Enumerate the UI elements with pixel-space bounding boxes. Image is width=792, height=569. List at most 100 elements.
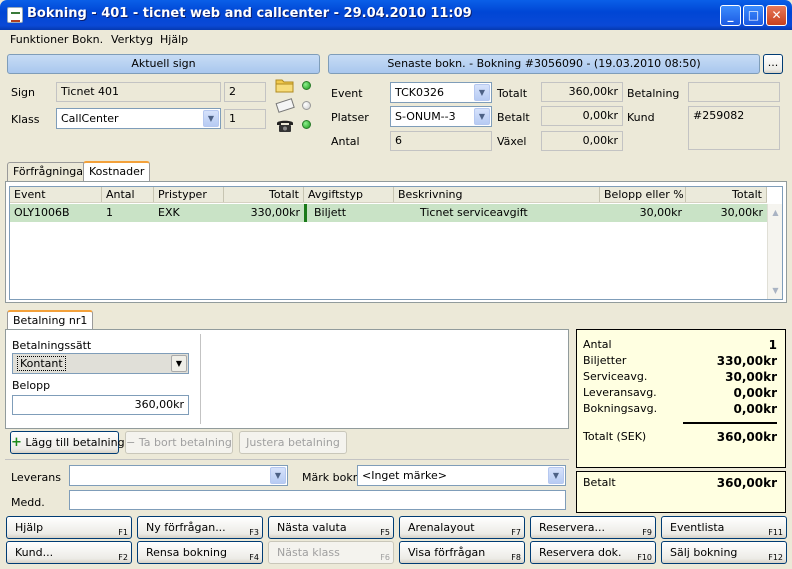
show-request-button[interactable]: Visa förfrågan F8	[399, 541, 525, 564]
next-currency-button[interactable]: Nästa valuta F5	[268, 516, 394, 539]
new-request-button[interactable]: Ny förfrågan... F3	[137, 516, 263, 539]
mark-select[interactable]: <Inget märke> ▼	[357, 465, 566, 486]
delivery-select[interactable]: ▼	[69, 465, 288, 486]
payment-method-select[interactable]: Kontant ▼	[12, 353, 189, 374]
remove-payment-button[interactable]: − Ta bort betalning	[125, 431, 233, 454]
ticket-icon[interactable]	[275, 97, 295, 113]
sell-booking-button[interactable]: Sälj bokning F12	[661, 541, 787, 564]
title-bar: Bokning - 401 - ticnet web and callcente…	[0, 0, 792, 30]
fkey-label: Arenalayout	[408, 521, 475, 534]
fkey-shortcut: F5	[380, 528, 390, 537]
chevron-down-icon[interactable]: ▼	[548, 467, 564, 484]
fkey-label: Nästa klass	[277, 546, 340, 559]
cell-event: OLY1006B	[14, 206, 70, 219]
close-button[interactable]: ✕	[766, 5, 787, 26]
col-antal[interactable]: Antal	[102, 187, 154, 202]
class-select[interactable]: CallCenter ▼	[56, 108, 221, 129]
adjust-payment-button[interactable]: Justera betalning	[239, 431, 347, 454]
cell-antal: 1	[106, 206, 113, 219]
scroll-up-icon[interactable]: ▲	[769, 206, 782, 219]
reserve-button[interactable]: Reservera... F9	[530, 516, 656, 539]
scroll-down-icon[interactable]: ▼	[769, 284, 782, 297]
col-event[interactable]: Event	[10, 187, 102, 202]
menu-hjalp[interactable]: Hjälp	[160, 33, 188, 46]
col-beskrivning[interactable]: Beskrivning	[394, 187, 600, 202]
minimize-button[interactable]: _	[720, 5, 741, 26]
cell-avgiftstyp: Biljett	[314, 206, 347, 219]
fkey-label: Reservera dok.	[539, 546, 622, 559]
clear-booking-button[interactable]: Rensa bokning F4	[137, 541, 263, 564]
places-label: Platser	[331, 111, 369, 124]
cell-totalt-2: 30,00kr	[720, 206, 763, 219]
event-list-button[interactable]: Eventlista F11	[661, 516, 787, 539]
col-avgiftstyp[interactable]: Avgiftstyp	[304, 187, 394, 202]
fkey-shortcut: F8	[511, 553, 521, 562]
class-label: Klass	[11, 113, 40, 126]
sign-number-field: 2	[224, 82, 266, 102]
fkey-shortcut: F9	[642, 528, 652, 537]
fkey-shortcut: F6	[380, 553, 390, 562]
total-label: Totalt	[497, 87, 528, 100]
fkey-shortcut: F2	[118, 553, 128, 562]
col-belopp[interactable]: Belopp eller %	[600, 187, 686, 202]
paid-summary-panel: Betalt 360,00kr	[576, 471, 786, 513]
summary-row-leveransavg: Leveransavg. 0,00kr	[583, 386, 777, 402]
status-indicator-off	[302, 101, 311, 110]
summary-panel: Antal 1 Biljetter 330,00kr Serviceavg. 30,0…	[576, 329, 786, 468]
menu-verktyg[interactable]: Verktyg	[111, 33, 153, 46]
fkey-shortcut: F11	[768, 528, 783, 537]
col-pristyper[interactable]: Pristyper	[154, 187, 224, 202]
table-header: Event Antal Pristyper Totalt Avgiftstyp …	[10, 187, 767, 203]
fkey-shortcut: F12	[768, 553, 783, 562]
phone-icon[interactable]	[275, 117, 295, 133]
menu-bokn[interactable]: Bokn.	[72, 33, 103, 46]
col-totalt[interactable]: Totalt	[224, 187, 304, 202]
message-label: Medd.	[11, 496, 45, 509]
function-key-bar: Hjälp F1 Ny förfrågan... F3 Nästa valuta F5…	[3, 514, 789, 567]
change-field: 0,00kr	[541, 131, 623, 151]
add-payment-button[interactable]: + Lägg till betalning	[10, 431, 125, 454]
reserve-doc-button[interactable]: Reservera dok. F10	[530, 541, 656, 564]
folder-icon[interactable]	[275, 77, 295, 93]
chevron-down-icon[interactable]: ▼	[270, 467, 286, 484]
add-payment-label: Lägg till betalning	[25, 436, 125, 449]
col-totalt-2[interactable]: Totalt	[686, 187, 767, 202]
message-input[interactable]	[69, 490, 566, 510]
tab-payment-1[interactable]: Betalning nr1	[7, 310, 94, 331]
summary-value: 1	[768, 338, 777, 352]
chevron-down-icon[interactable]: ▼	[203, 110, 219, 127]
cell-belopp: 30,00kr	[639, 206, 682, 219]
chevron-down-icon[interactable]: ▼	[474, 84, 490, 101]
payment-method-value: Kontant	[17, 356, 66, 371]
tab-kostnader[interactable]: Kostnader	[83, 161, 151, 182]
amount-input[interactable]: 360,00kr	[12, 395, 189, 415]
maximize-button[interactable]: □	[743, 5, 764, 26]
menu-funktioner[interactable]: Funktioner	[10, 33, 68, 46]
summary-paid-value: 360,00kr	[716, 476, 777, 490]
current-sign-panel: Aktuell sign Sign Ticnet 401 2 Klass Cal…	[5, 51, 322, 155]
fkey-label: Nästa valuta	[277, 521, 347, 534]
summary-label: Biljetter	[583, 354, 627, 367]
summary-row-antal: Antal 1	[583, 338, 777, 354]
table-scrollbar[interactable]: ▲ ▼	[767, 204, 782, 299]
summary-total-label: Totalt (SEK)	[583, 430, 647, 443]
fkey-label: Reservera...	[539, 521, 605, 534]
fkey-label: Hjälp	[15, 521, 44, 534]
summary-row-paid: Betalt 360,00kr	[583, 476, 777, 492]
chevron-down-icon[interactable]: ▼	[171, 355, 187, 372]
payment-method-label: Betalningssätt	[12, 339, 92, 352]
event-select[interactable]: TCK0326 ▼	[390, 82, 492, 103]
places-select-value: S-ONUM--3	[395, 110, 456, 123]
customer-button[interactable]: Kund... F2	[6, 541, 132, 564]
places-select[interactable]: S-ONUM--3 ▼	[390, 106, 492, 127]
customer-label: Kund	[627, 111, 655, 124]
chevron-down-icon[interactable]: ▼	[474, 108, 490, 125]
arena-layout-button[interactable]: Arenalayout F7	[399, 516, 525, 539]
more-button[interactable]: ...	[763, 54, 783, 74]
fkey-label: Visa förfrågan	[408, 546, 486, 559]
next-class-button[interactable]: Nästa klass F6	[268, 541, 394, 564]
tab-forfragningar[interactable]: Förfrågningar	[7, 162, 94, 182]
help-button[interactable]: Hjälp F1	[6, 516, 132, 539]
total-field: 360,00kr	[541, 82, 623, 102]
table-row[interactable]: OLY1006B 1 EXK 330,00kr Biljett Ticnet s…	[10, 204, 767, 222]
